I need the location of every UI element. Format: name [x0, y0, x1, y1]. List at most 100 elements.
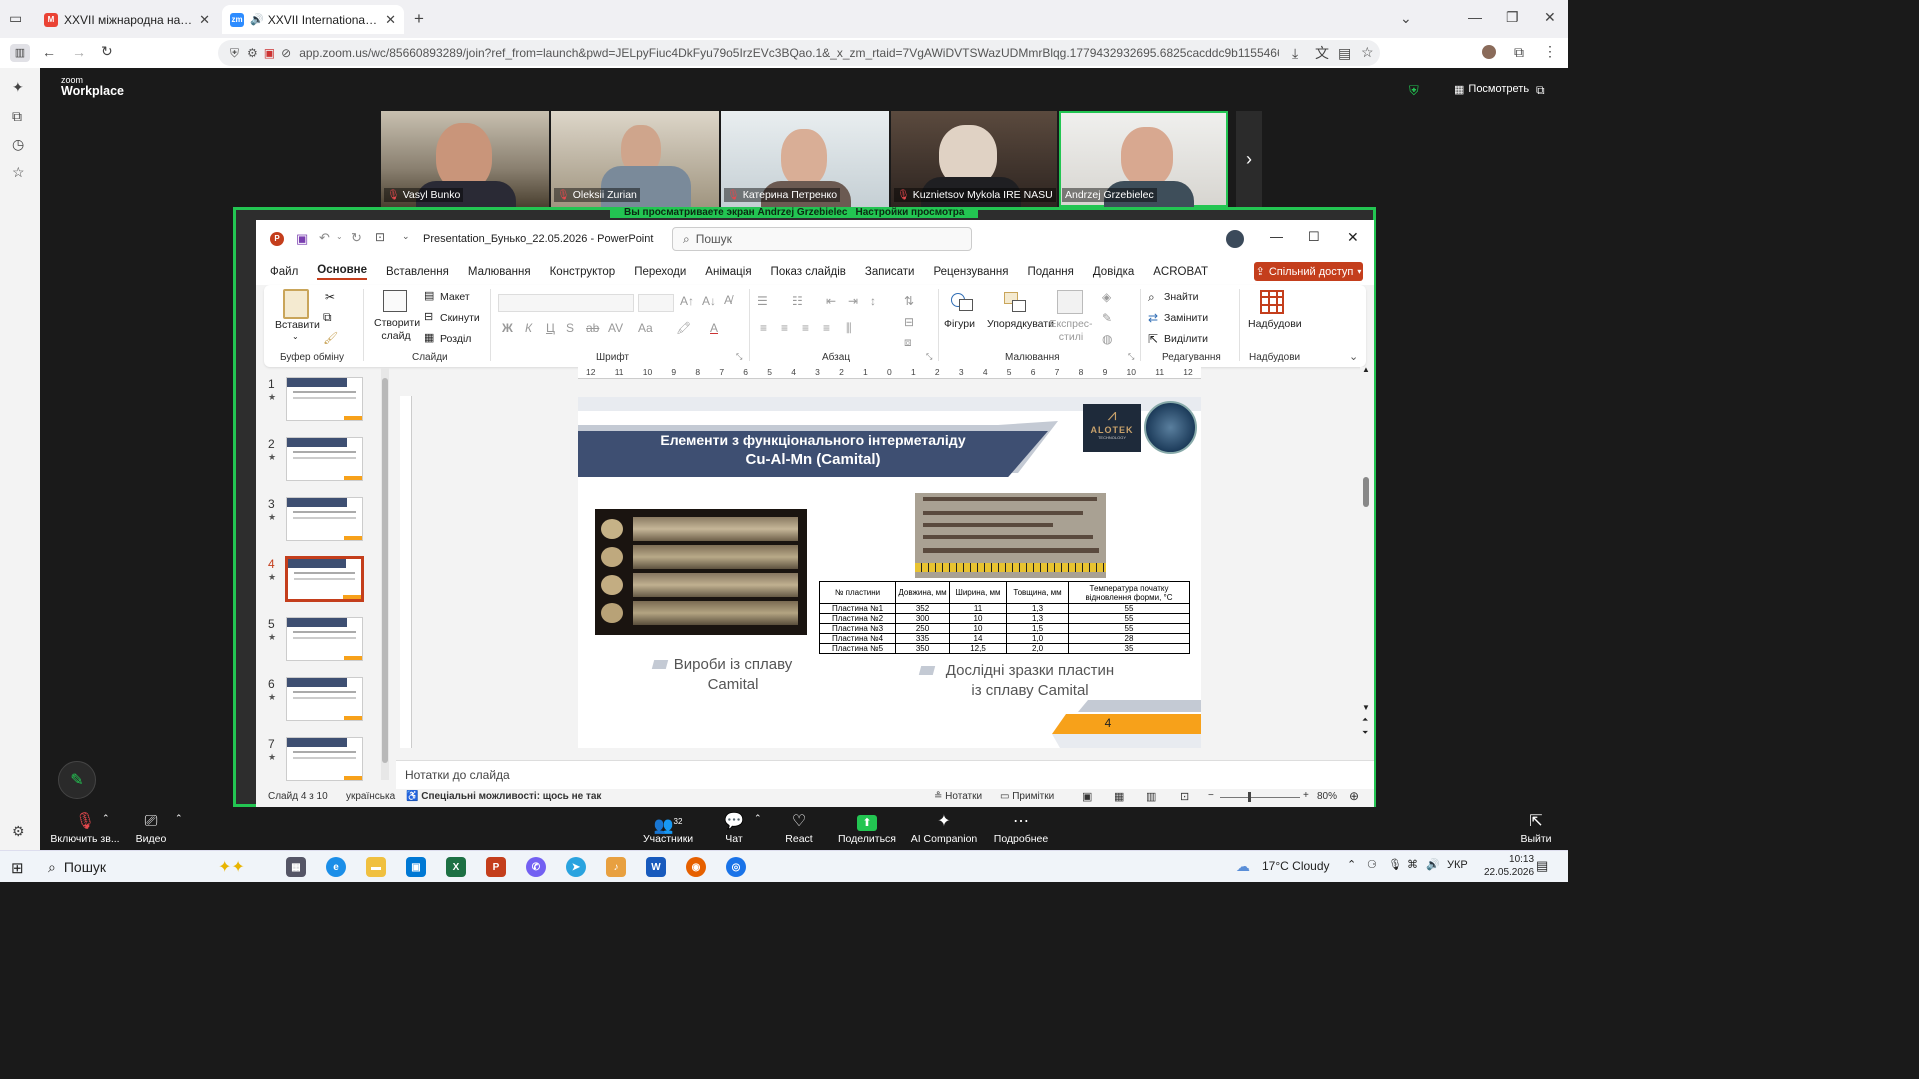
fullscreen-icon[interactable]: ⧉: [1536, 83, 1545, 98]
clear-formatting-icon[interactable]: A̸: [724, 293, 732, 307]
scrollbar-thumb[interactable]: [382, 378, 388, 763]
video-tile[interactable]: 🎙 Vasyl Bunko: [381, 111, 549, 207]
slide-thumbnail[interactable]: [285, 556, 364, 602]
favorites-icon[interactable]: ☆: [12, 165, 25, 179]
menu-animations[interactable]: Анімація: [705, 266, 751, 278]
video-button[interactable]: ⎚ Видео: [132, 811, 170, 845]
present-icon[interactable]: ⊡: [375, 230, 385, 244]
settings-gear-icon[interactable]: ⚙: [12, 824, 25, 838]
menu-home[interactable]: Основне: [317, 264, 368, 280]
tab-actions-icon[interactable]: ▭: [9, 11, 22, 25]
shadow-icon[interactable]: S: [566, 321, 574, 335]
word-icon[interactable]: W: [646, 857, 666, 877]
copilot-sparkle-icon[interactable]: ✦✦: [218, 857, 245, 877]
columns-icon[interactable]: ⫼: [846, 321, 852, 336]
redo-icon[interactable]: ↻: [351, 230, 362, 246]
history-icon[interactable]: ◷: [12, 137, 24, 151]
url-bar[interactable]: ⛨ ⚙ ▣ ⊘ app.zoom.us/wc/85660893289/join?…: [218, 40, 1380, 66]
audio-playing-icon[interactable]: 🔊: [250, 13, 264, 26]
notes-pane[interactable]: Нотатки до слайда: [396, 760, 1374, 789]
select-button[interactable]: Виділити: [1164, 333, 1208, 346]
chat-options-chevron-icon[interactable]: ⌃: [754, 813, 762, 824]
react-button[interactable]: ♡ React: [784, 811, 814, 845]
slide-sorter-icon[interactable]: ▦: [1114, 790, 1124, 803]
slide-scrollbar[interactable]: ▲ ▼ ⏶ ⏷: [1360, 365, 1372, 747]
format-painter-icon[interactable]: 🖌: [323, 331, 338, 345]
forward-icon[interactable]: →: [72, 45, 86, 59]
shape-fill-icon[interactable]: ◈: [1102, 290, 1111, 304]
minimize-icon[interactable]: —: [1468, 10, 1482, 24]
tracking-shield-icon[interactable]: ⛨: [230, 46, 239, 61]
menu-record[interactable]: Записати: [865, 266, 915, 278]
arrange-icon[interactable]: [1002, 290, 1028, 314]
excel-icon[interactable]: X: [446, 857, 466, 877]
camera-in-use-icon[interactable]: ▣: [264, 46, 275, 60]
slideshow-view-icon[interactable]: ⊡: [1180, 790, 1189, 803]
store-icon[interactable]: ▣: [406, 857, 426, 877]
chrome-icon[interactable]: ◎: [726, 857, 746, 877]
audio-options-chevron-icon[interactable]: ⌃: [102, 813, 110, 824]
powerpoint-icon[interactable]: P: [486, 857, 506, 877]
reader-icon[interactable]: ▤: [1338, 46, 1351, 60]
back-icon[interactable]: ←: [42, 45, 56, 59]
weather-widget[interactable]: 17°C Cloudy: [1262, 859, 1330, 873]
customize-toolbar-icon[interactable]: ⌄: [402, 231, 410, 242]
maximize-icon[interactable]: ☐: [1308, 229, 1320, 245]
bookmark-star-icon[interactable]: ☆: [1361, 45, 1374, 59]
input-language[interactable]: УКР: [1447, 859, 1468, 871]
notes-app-icon[interactable]: ♪: [606, 857, 626, 877]
slide-thumbnail[interactable]: [286, 677, 363, 721]
scrollbar-thumb[interactable]: [1363, 477, 1369, 507]
menu-transitions[interactable]: Переходи: [634, 266, 686, 278]
shapes-button[interactable]: Фігури: [944, 318, 975, 331]
new-slide-icon[interactable]: [383, 290, 407, 312]
menu-help[interactable]: Довідка: [1093, 266, 1134, 278]
layout-button[interactable]: Макет: [440, 291, 470, 304]
ai-companion-button[interactable]: ✦ AI Companion: [910, 811, 978, 845]
new-slide-button[interactable]: Створити слайд: [374, 317, 420, 342]
addins-button[interactable]: Надбудови: [1248, 318, 1302, 331]
viber-icon[interactable]: ✆: [526, 857, 546, 877]
dialog-launcher-icon[interactable]: ⤡: [926, 352, 932, 362]
align-text-icon[interactable]: ⊟: [904, 315, 914, 329]
reset-button[interactable]: Скинути: [440, 312, 480, 325]
font-color-icon[interactable]: A: [710, 321, 718, 335]
undo-dropdown-icon[interactable]: ⌄: [336, 232, 343, 241]
reload-icon[interactable]: ↻: [101, 44, 113, 58]
prev-slide-icon[interactable]: ⏶: [1362, 715, 1368, 725]
share-screen-button[interactable]: ⬆ Поделиться: [838, 811, 896, 845]
weather-cloud-icon[interactable]: ☁: [1236, 858, 1250, 875]
status-language[interactable]: українська: [346, 791, 395, 802]
fit-to-window-icon[interactable]: ⊕: [1349, 789, 1359, 803]
notes-toggle[interactable]: ≗ Нотатки: [934, 791, 982, 802]
zoom-slider-thumb[interactable]: [1248, 792, 1251, 802]
file-explorer-icon[interactable]: ▬: [366, 857, 386, 877]
video-tile-active-speaker[interactable]: Andrzej Grzebielec: [1059, 111, 1228, 207]
slide-thumbnail[interactable]: [286, 737, 363, 781]
section-icon[interactable]: ▦: [424, 331, 434, 344]
video-options-chevron-icon[interactable]: ⌃: [175, 813, 183, 824]
italic-icon[interactable]: К: [525, 321, 532, 335]
next-slide-icon[interactable]: ⏷: [1362, 728, 1368, 738]
strikethrough-icon[interactable]: ab: [586, 321, 599, 335]
font-size-select[interactable]: [638, 294, 674, 312]
accessibility-status[interactable]: ♿ Спеціальні можливості: щось не так: [406, 791, 601, 802]
new-tab-icon[interactable]: +: [414, 10, 424, 27]
more-button[interactable]: ⋯ Подробнее: [992, 811, 1050, 845]
paste-button[interactable]: Вставити: [275, 319, 320, 332]
addins-icon[interactable]: [1260, 290, 1284, 314]
font-family-select[interactable]: [498, 294, 634, 312]
quick-styles-icon[interactable]: [1057, 290, 1083, 314]
mic-blocked-icon[interactable]: ⊘: [281, 46, 291, 60]
align-right-icon[interactable]: ≡: [802, 321, 809, 335]
chevron-down-icon[interactable]: ⌄: [292, 332, 299, 342]
clock[interactable]: 10:13 22.05.2026: [1484, 853, 1534, 879]
shape-outline-icon[interactable]: ✎: [1102, 311, 1112, 325]
increase-indent-icon[interactable]: ⇥: [848, 294, 858, 308]
menu-acrobat[interactable]: ACROBAT: [1153, 266, 1208, 278]
change-case-icon[interactable]: Aa: [638, 321, 653, 335]
menu-view[interactable]: Подання: [1027, 266, 1073, 278]
align-left-icon[interactable]: ≡: [760, 321, 767, 335]
normal-view-icon[interactable]: ▣: [1082, 790, 1092, 803]
taskbar-search[interactable]: ⌕ Пошук: [48, 859, 106, 876]
